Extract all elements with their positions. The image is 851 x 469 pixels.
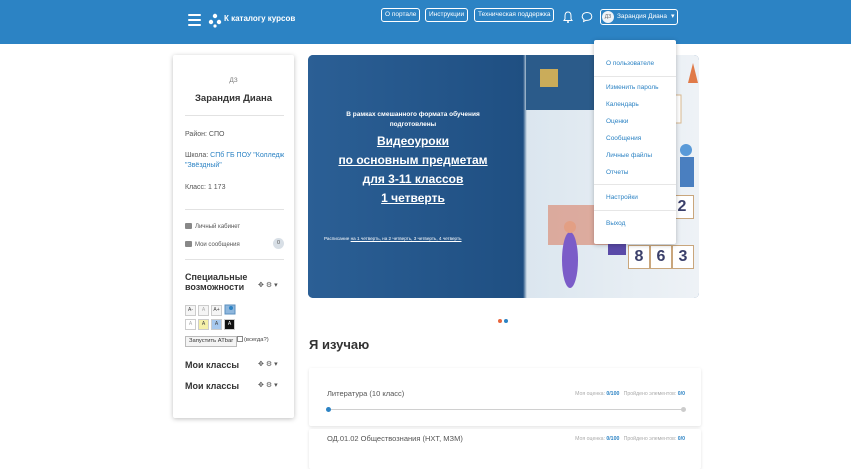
- font-increase-button[interactable]: A+: [211, 305, 222, 316]
- tech-support-button[interactable]: Техническая поддержка: [474, 8, 555, 22]
- block-controls[interactable]: ✥ ⚙ ▾: [258, 281, 278, 289]
- font-decrease-button[interactable]: A-: [185, 305, 196, 316]
- banner-headline-2[interactable]: по основным предметам: [308, 152, 518, 168]
- catalog-logo-icon[interactable]: [206, 11, 224, 29]
- carousel-dots[interactable]: [498, 310, 510, 328]
- catalog-link[interactable]: К каталогу курсов: [224, 14, 295, 23]
- personal-cabinet-link[interactable]: Личный кабинет: [185, 223, 240, 230]
- menu-item-logout[interactable]: Выход: [606, 220, 625, 227]
- menu-item-settings[interactable]: Настройки: [606, 194, 638, 201]
- section-title: Я изучаю: [309, 337, 370, 352]
- menu-item-reports[interactable]: Отчеты: [606, 169, 628, 176]
- block-controls[interactable]: ✥ ⚙ ▾: [258, 381, 278, 389]
- instructions-button[interactable]: Инструкции: [425, 8, 469, 22]
- divider: [594, 184, 676, 185]
- block-controls[interactable]: ✥ ⚙ ▾: [258, 360, 278, 368]
- banner-headline-4[interactable]: 1 четверть: [308, 190, 518, 206]
- move-icon: ✥: [258, 361, 264, 368]
- menu-item-change-password[interactable]: Изменить пароль: [606, 84, 659, 91]
- launch-atbar-button[interactable]: Запустить ATbar: [185, 336, 238, 347]
- my-classes-title: Мои классы: [185, 381, 240, 391]
- gear-icon: ⚙: [265, 361, 273, 368]
- banner-line1: В рамках смешанного формата обучения: [346, 111, 480, 118]
- user-name: Зарандия Диана: [617, 13, 667, 20]
- course-card[interactable]: Литература (10 класс) Моя оценка: 0/100 …: [309, 368, 701, 426]
- color-scheme-yellow-button[interactable]: A: [198, 319, 209, 330]
- font-normal-button[interactable]: A: [198, 305, 209, 316]
- course-meta: Моя оценка: 0/100 Пройдено элементов: 0/…: [575, 391, 685, 397]
- course-meta: Моя оценка: 0/100 Пройдено элементов: 0/…: [575, 436, 685, 442]
- course-progress-bar: [326, 407, 686, 412]
- color-scheme-white-button[interactable]: A: [185, 319, 196, 330]
- top-navbar: К каталогу курсов О портале Инструкции Т…: [0, 0, 851, 44]
- user-menu-toggle[interactable]: ДЗ Зарандия Диана ▾: [600, 9, 678, 25]
- envelope-icon: [185, 241, 192, 247]
- image-toggle-icon[interactable]: [224, 303, 236, 315]
- notifications-bell-icon[interactable]: [563, 11, 573, 23]
- divider: [594, 76, 676, 77]
- menu-hamburger-icon[interactable]: [188, 14, 201, 26]
- district-info: Район: СПО: [185, 131, 225, 138]
- divider: [185, 259, 284, 260]
- menu-item-files[interactable]: Личные файлы: [606, 152, 652, 159]
- gear-icon: ⚙: [265, 282, 273, 289]
- move-icon: ✥: [258, 382, 264, 389]
- divider: [185, 209, 284, 210]
- divider: [594, 210, 676, 211]
- menu-item-messages[interactable]: Сообщения: [606, 135, 641, 142]
- schedule-text: Расписание на 1 четверть, на 2 четверть,…: [324, 236, 462, 241]
- banner-headline-1[interactable]: Видеоуроки: [308, 133, 518, 149]
- menu-item-profile[interactable]: О пользователе: [606, 60, 654, 67]
- banner-line2: подготовлены: [389, 121, 437, 128]
- menu-item-calendar[interactable]: Календарь: [606, 101, 639, 108]
- about-portal-button[interactable]: О портале: [381, 8, 421, 22]
- user-dropdown-menu: О пользователе Изменить пароль Календарь…: [594, 40, 676, 244]
- menu-item-grades[interactable]: Оценки: [606, 118, 628, 125]
- atbar-always-checkbox[interactable]: (всегда?): [237, 336, 269, 343]
- color-scheme-blue-button[interactable]: A: [211, 319, 222, 330]
- course-title[interactable]: ОД.01.02 Обществознания (НХТ, МЗМ): [327, 434, 463, 443]
- number-tile: 8: [628, 245, 650, 269]
- chevron-down-icon: ▾: [274, 282, 278, 289]
- banner-headline-3[interactable]: для 3-11 классов: [308, 171, 518, 187]
- divider: [185, 115, 284, 116]
- chevron-down-icon: ▾: [274, 382, 278, 389]
- messages-count-badge: 0: [273, 238, 284, 249]
- school-info: Школа: СПб ГБ ПОУ "Колледж "Звёздный": [185, 152, 285, 169]
- schedule-links[interactable]: на 1 четверть, на 2 четверть, 3 четверть…: [351, 236, 462, 241]
- messages-chat-icon[interactable]: [581, 11, 593, 23]
- gear-icon: ⚙: [265, 382, 273, 389]
- color-scheme-black-button[interactable]: A: [224, 319, 235, 330]
- course-title[interactable]: Литература (10 класс): [327, 389, 404, 398]
- number-tile: 3: [672, 245, 694, 269]
- course-card[interactable]: ОД.01.02 Обществознания (НХТ, МЗМ) Моя о…: [309, 429, 701, 469]
- my-classes-title: Мои классы: [185, 360, 240, 370]
- profile-avatar: ДЗ: [229, 77, 238, 84]
- chevron-down-icon: ▾: [671, 13, 675, 20]
- class-info: Класс: 1 173: [185, 184, 226, 191]
- move-icon: ✥: [258, 282, 264, 289]
- dashboard-icon: [185, 223, 192, 229]
- profile-name: Зарандия Диана: [194, 93, 273, 104]
- my-messages-link[interactable]: Мои сообщения: [185, 241, 240, 248]
- avatar: ДЗ: [602, 11, 614, 23]
- number-tile: 6: [650, 245, 672, 269]
- accessibility-title: Специальные возможности: [185, 272, 248, 292]
- carousel-dot[interactable]: [504, 319, 508, 323]
- chevron-down-icon: ▾: [274, 361, 278, 368]
- profile-sidebar: ДЗ Зарандия Диана Район: СПО Школа: СПб …: [173, 55, 294, 418]
- carousel-dot[interactable]: [498, 319, 502, 323]
